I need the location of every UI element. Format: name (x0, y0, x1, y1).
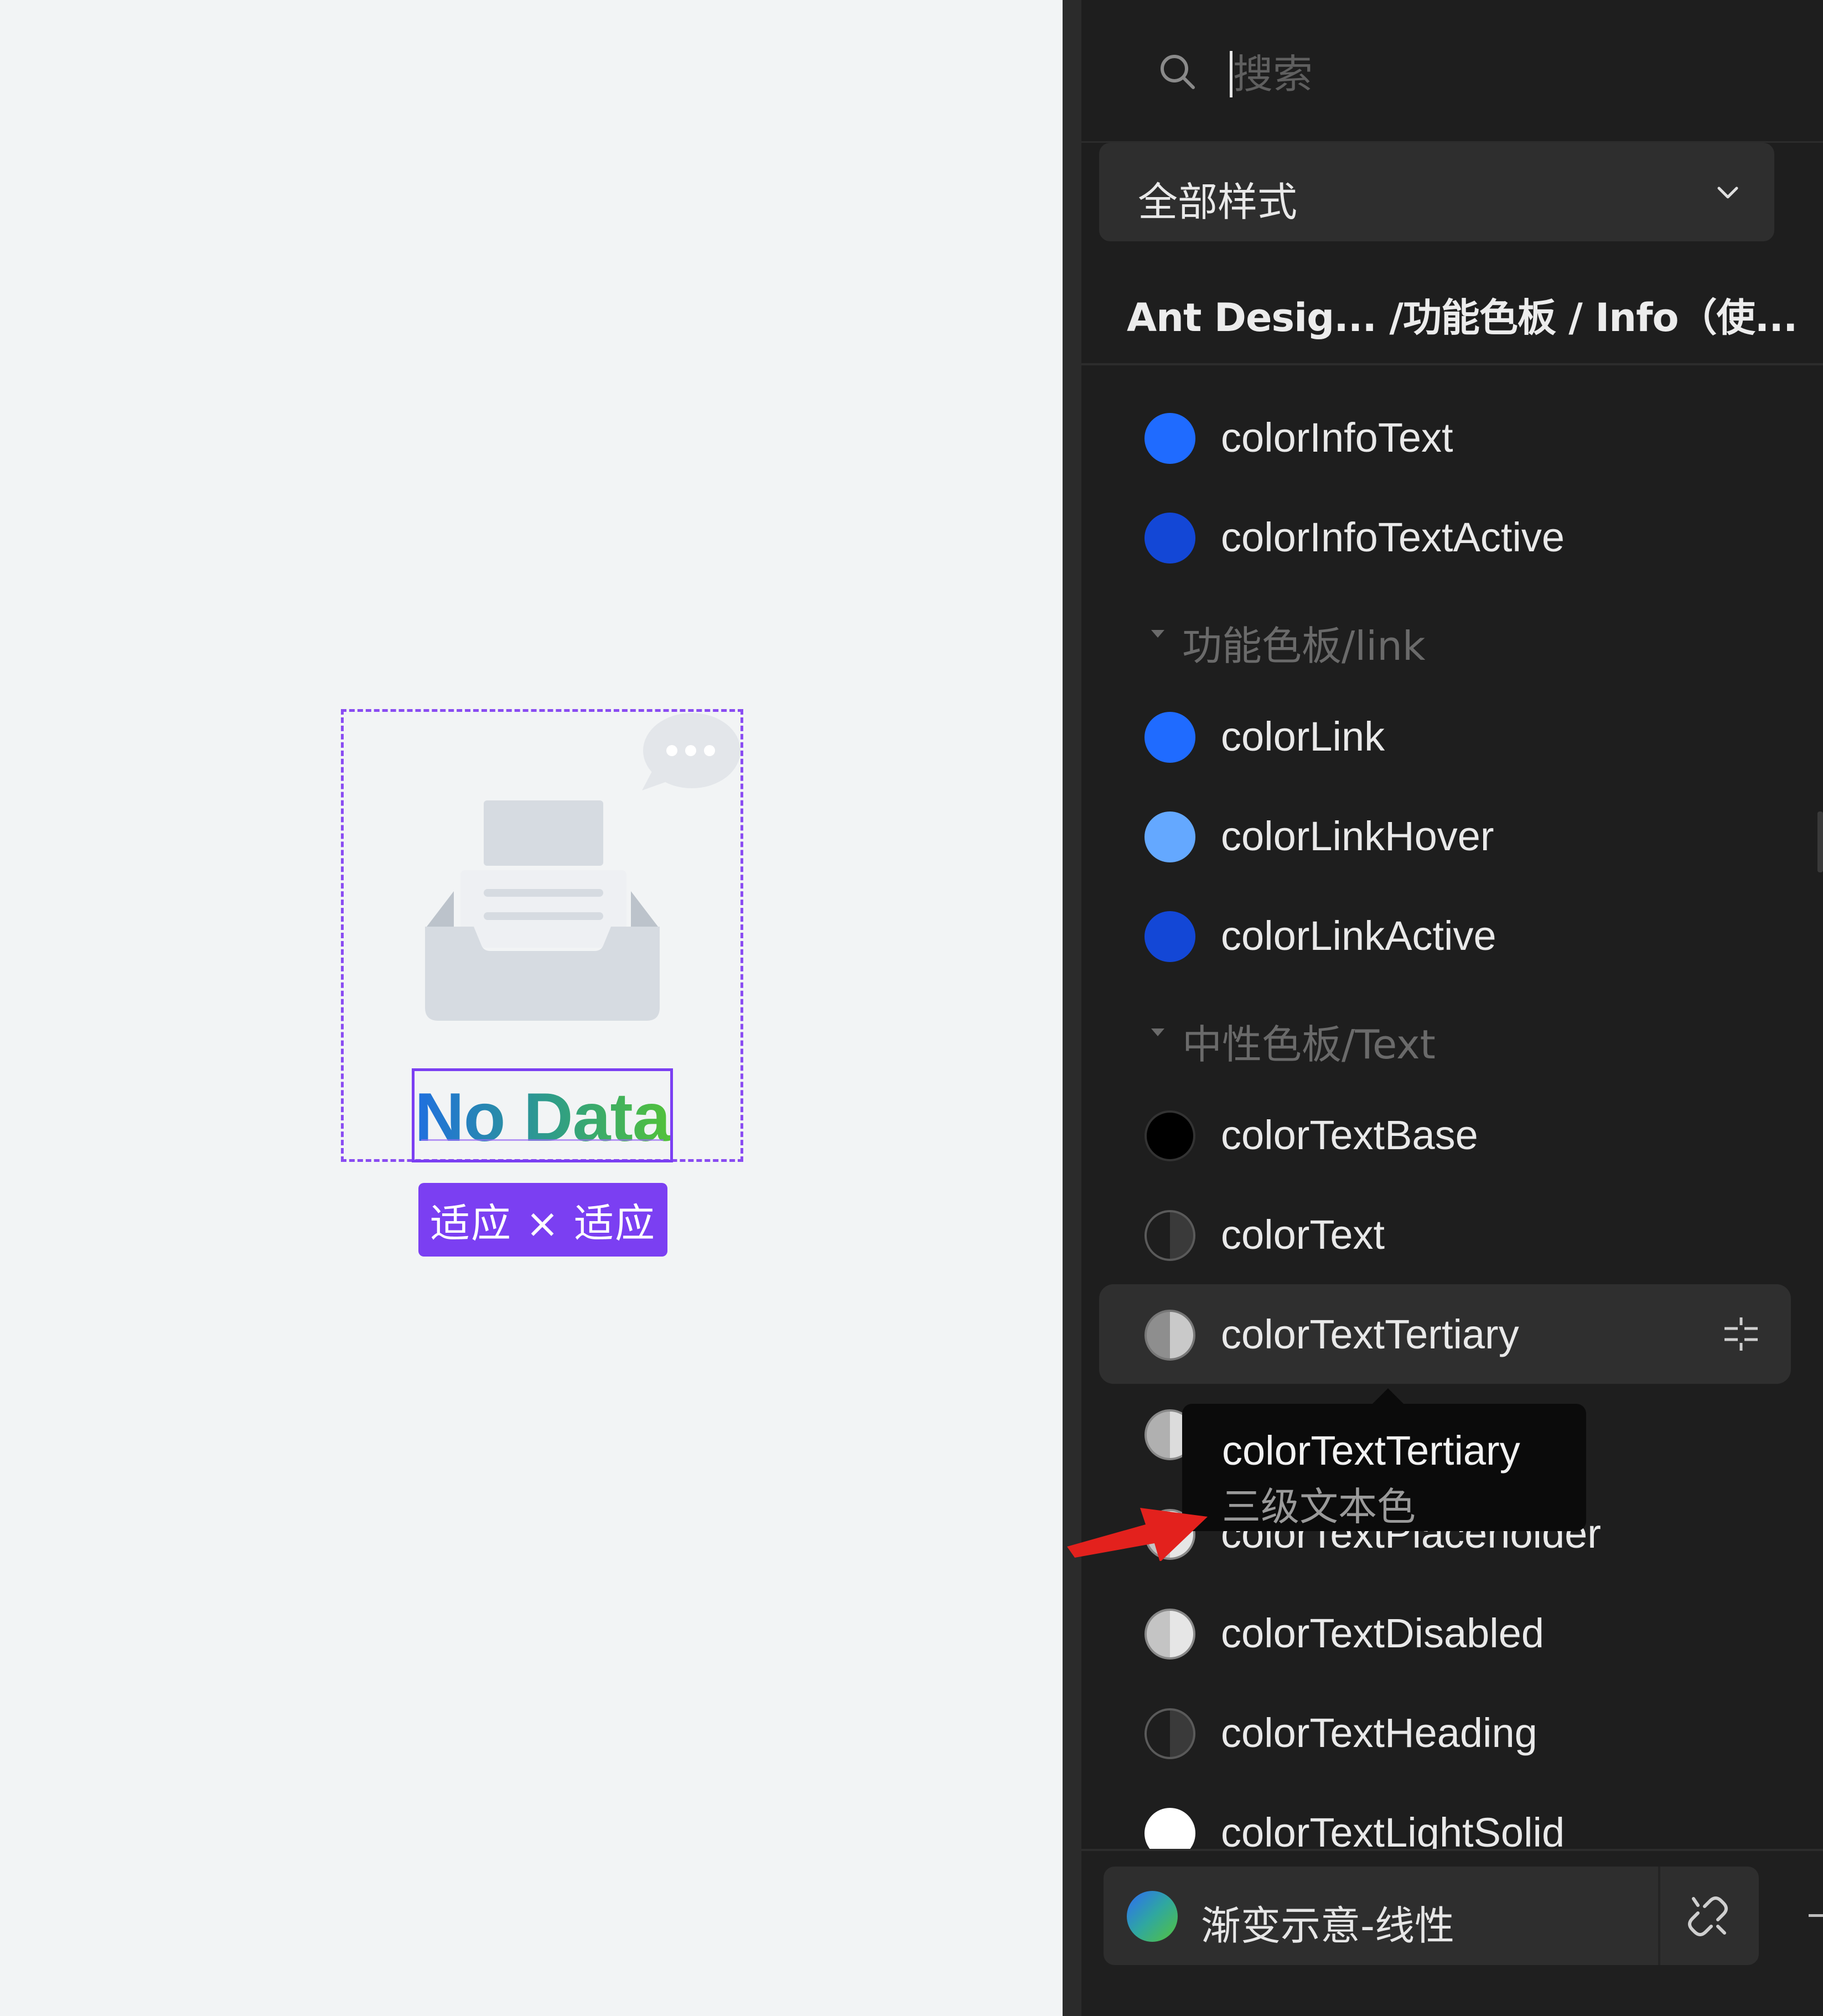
color-swatch (1144, 513, 1195, 564)
divider (1081, 363, 1823, 365)
color-swatch (1144, 1808, 1195, 1849)
style-item-label: colorTextHeading (1221, 1710, 1537, 1756)
caret-down-icon[interactable] (1151, 630, 1164, 638)
red-arrow-annotation-icon (1067, 1508, 1208, 1561)
color-swatch (1144, 1210, 1195, 1261)
applied-fill-style[interactable]: 渐变示意-线性 (1104, 1867, 1759, 1965)
style-item-label: colorLinkActive (1221, 913, 1496, 959)
style-item-colorLinkHover[interactable]: colorLinkHover (1099, 786, 1791, 886)
tooltip-arrow (1371, 1388, 1405, 1405)
style-item-colorTextTertiary[interactable]: colorTextTertiary (1099, 1284, 1791, 1384)
style-item-label: colorTextBase (1221, 1112, 1478, 1158)
style-item-label: colorInfoTextActive (1221, 514, 1565, 560)
style-item-label: colorText (1221, 1212, 1385, 1258)
detach-style-icon[interactable] (1721, 1314, 1761, 1354)
style-item-label: colorTextDisabled (1221, 1610, 1545, 1656)
chevron-down-icon (1717, 187, 1738, 199)
style-item-colorText[interactable]: colorText (1099, 1185, 1791, 1284)
search-icon (1161, 55, 1195, 89)
chat-bubble-icon (642, 713, 740, 790)
search-input[interactable] (1232, 44, 1677, 104)
style-item-colorTextLightSolid[interactable]: colorTextLightSolid (1099, 1782, 1791, 1849)
unlink-icon[interactable] (1686, 1894, 1730, 1939)
filter-select-value: 全部样式 (1138, 179, 1298, 225)
color-swatch (1144, 413, 1195, 464)
search-row (1081, 0, 1823, 143)
scrollbar-thumb[interactable] (1817, 811, 1823, 872)
style-item-label: colorInfoText (1221, 415, 1453, 461)
style-item-colorLinkActive[interactable]: colorLinkActive (1099, 886, 1791, 985)
color-swatch (1144, 911, 1195, 962)
applied-style-label: 渐变示意-线性 (1201, 1903, 1454, 1949)
style-item-label: colorTextTertiary (1221, 1311, 1519, 1357)
color-swatch (1144, 1110, 1195, 1161)
color-swatch (1144, 1310, 1195, 1361)
style-item-colorTextHeading[interactable]: colorTextHeading (1099, 1683, 1791, 1782)
style-item-colorInfoTextActive[interactable]: colorInfoTextActive (1099, 487, 1791, 587)
caret-down-icon[interactable] (1151, 1028, 1164, 1036)
no-data-text-selection[interactable]: No Data (412, 1068, 673, 1162)
panel-edge (1063, 0, 1081, 2016)
style-filter-select[interactable]: 全部样式 (1099, 143, 1774, 241)
no-data-text[interactable]: No Data (415, 1083, 671, 1152)
style-item-label: colorTextLightSolid (1221, 1810, 1565, 1849)
tooltip-title: colorTextTertiary (1222, 1428, 1520, 1474)
styles-panel: 全部样式 Ant Desig... /功能色板 / Info（使... colo… (1063, 0, 1823, 2016)
empty-inbox-icon (425, 713, 740, 1021)
color-swatch (1144, 811, 1195, 862)
group-title-link[interactable]: 功能色板/link (1182, 613, 1426, 671)
library-breadcrumb[interactable]: Ant Desig... /功能色板 / Info（使... (1127, 287, 1802, 343)
style-item-label: colorLinkHover (1221, 813, 1494, 859)
style-item-label: colorLink (1221, 714, 1385, 759)
color-swatch (1144, 712, 1195, 763)
style-item-colorInfoText[interactable]: colorInfoText (1099, 387, 1791, 487)
design-canvas[interactable]: No Data 适应 × 适应 (0, 0, 1063, 2016)
size-badge: 适应 × 适应 (418, 1183, 667, 1257)
group-title-text[interactable]: 中性色板/Text (1182, 1012, 1436, 1070)
style-item-colorTextDisabled[interactable]: colorTextDisabled (1099, 1583, 1791, 1683)
divider (1658, 1867, 1660, 1965)
gradient-swatch (1127, 1891, 1178, 1942)
style-item-colorLink[interactable]: colorLink (1099, 686, 1791, 786)
text-baseline (421, 1139, 664, 1141)
color-swatch (1144, 1708, 1195, 1759)
remove-fill-icon[interactable] (1809, 1914, 1823, 1917)
style-tooltip: colorTextTertiary 三级文本色 (1182, 1404, 1586, 1531)
color-swatch (1144, 1609, 1195, 1660)
tooltip-description: 三级文本色 (1222, 1484, 1416, 1529)
style-item-colorTextBase[interactable]: colorTextBase (1099, 1085, 1791, 1185)
